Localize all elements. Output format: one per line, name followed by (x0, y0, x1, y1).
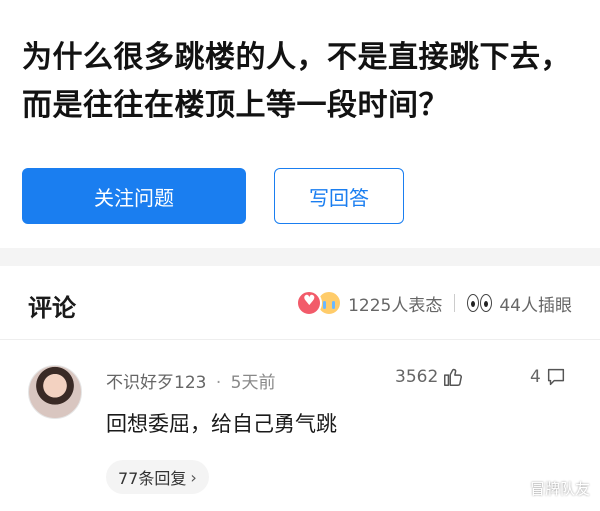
section-divider (0, 248, 600, 266)
comment-body: 回想委屈，给自己勇气跳 (106, 412, 337, 436)
comment-item: 不识好歹123 · 5天前 3562 4 回想委屈，给自己勇气跳 77条回复 ›… (0, 340, 600, 511)
view-replies-button[interactable]: 77条回复 › (106, 460, 209, 494)
write-answer-button[interactable]: 写回答 (274, 168, 404, 224)
avatar[interactable] (28, 365, 82, 419)
heart-reaction-icon (296, 290, 323, 316)
meta-separator: · (215, 373, 222, 393)
reaction-separator (454, 294, 456, 312)
comment-meta: 不识好歹123 · 5天前 (106, 368, 276, 393)
reaction-count: 1225人表态 (348, 295, 443, 316)
comments-header: 评论 1225人表态 44人插眼 (0, 266, 600, 340)
comments-title: 评论 (28, 294, 76, 322)
comment-bubble-icon (547, 368, 564, 386)
like-count: 3562 (395, 367, 439, 387)
eyes-icon (467, 294, 493, 312)
follow-question-button[interactable]: 关注问题 (22, 168, 246, 224)
eyes-count: 44人插眼 (499, 295, 572, 316)
reactions-bar[interactable]: 1225人表态 44人插眼 (296, 288, 572, 318)
reply-count: 4 (530, 367, 541, 387)
question-title: 为什么很多跳楼的人，不是直接跳下去，而是往往在楼顶上等一段时间？ (22, 40, 571, 123)
comment-time: 5天前 (230, 373, 276, 393)
question-card: 为什么很多跳楼的人，不是直接跳下去，而是往往在楼顶上等一段时间？ 关注问题 写回… (0, 0, 600, 248)
watermark: 冒牌队友 (529, 480, 590, 498)
comment-username[interactable]: 不识好歹123 (106, 373, 206, 393)
like-button[interactable]: 3562 (395, 366, 464, 388)
thumbs-up-icon (444, 368, 463, 386)
replies-label: 77条回复 (118, 469, 187, 488)
chevron-right-icon: › (190, 467, 197, 487)
reply-button[interactable]: 4 (530, 366, 567, 388)
